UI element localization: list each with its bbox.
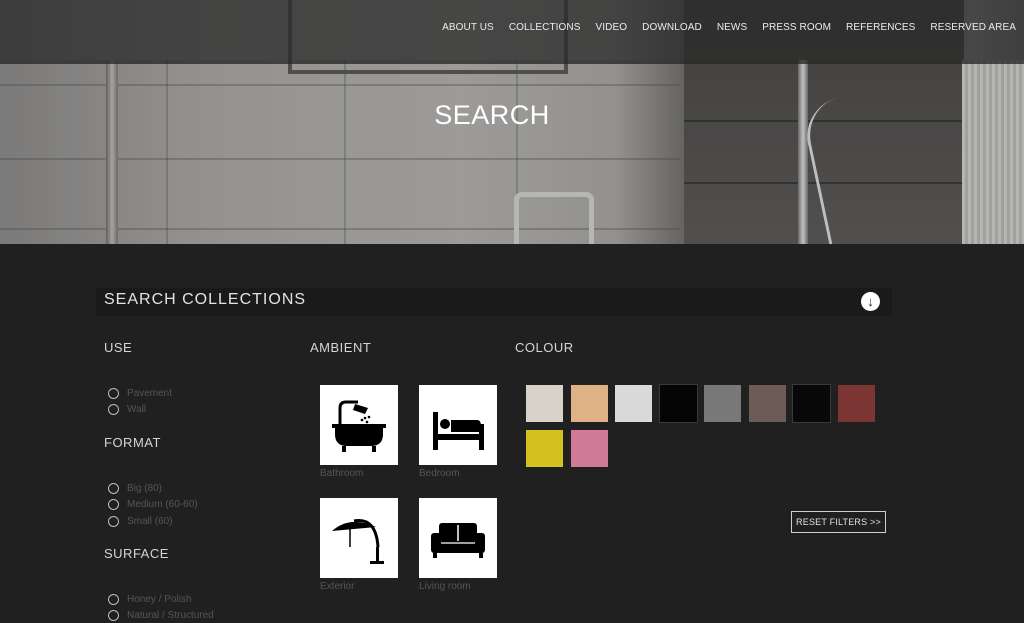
format-options: Big (80) Medium (60-60) Small (60): [108, 480, 198, 530]
radio-label: Big (80): [127, 482, 163, 494]
radio-button[interactable]: [108, 593, 119, 605]
radio-label: Medium (60-60): [127, 499, 198, 511]
use-heading: USE: [104, 340, 133, 355]
radio-label: Small (60): [127, 515, 173, 527]
bed-icon: [433, 412, 484, 450]
radio-label: Natural / Structured: [127, 610, 214, 622]
colour-swatch[interactable]: [792, 384, 831, 423]
nav-download[interactable]: DOWNLOAD: [642, 22, 702, 33]
colour-swatch[interactable]: [748, 385, 786, 422]
format-option-big[interactable]: Big (80): [108, 480, 198, 497]
sofa-icon: [431, 523, 485, 558]
ambient-label: Exterior: [320, 581, 355, 592]
surface-options: Honey / Polish Natural / Structured: [108, 591, 214, 623]
radio-button[interactable]: [108, 515, 119, 527]
radio-button[interactable]: [108, 610, 119, 622]
nav-collections[interactable]: COLLECTIONS: [509, 22, 581, 33]
nav-news[interactable]: NEWS: [717, 22, 747, 33]
ambient-bathroom[interactable]: [320, 385, 398, 465]
nav-video[interactable]: VIDEO: [596, 22, 628, 33]
colour-swatch[interactable]: [570, 430, 608, 467]
reset-filters-button[interactable]: RESET FILTERS >>: [791, 511, 886, 533]
ambient-living-room[interactable]: [419, 498, 497, 578]
nav-press-room[interactable]: PRESS ROOM: [762, 22, 831, 33]
radio-label: Wall: [127, 404, 147, 416]
bathtub-icon: [332, 400, 386, 452]
ambient-heading: AMBIENT: [310, 340, 372, 355]
ambient-label: Bathroom: [320, 468, 364, 479]
colour-heading: COLOUR: [515, 340, 574, 355]
surface-heading: SURFACE: [104, 546, 169, 561]
search-collections-bar[interactable]: SEARCH COLLECTIONS ↓: [96, 288, 892, 316]
colour-swatch[interactable]: [837, 385, 875, 422]
surface-option-natural-structured[interactable]: Natural / Structured: [108, 608, 214, 623]
search-collections-title: SEARCH COLLECTIONS: [104, 291, 307, 308]
top-navigation-bar: ABOUT US COLLECTIONS VIDEO DOWNLOAD NEWS…: [0, 0, 1024, 64]
radio-label: Pavement: [127, 387, 173, 399]
ambient-label: Living room: [419, 581, 471, 592]
surface-option-honey-polish[interactable]: Honey / Polish: [108, 591, 214, 608]
use-option-wall[interactable]: Wall: [108, 402, 172, 419]
format-heading: FORMAT: [104, 435, 161, 450]
use-option-pavement[interactable]: Pavement: [108, 385, 172, 402]
ambient-exterior[interactable]: [320, 498, 398, 578]
page-title: SEARCH: [434, 100, 550, 130]
main-nav: ABOUT US COLLECTIONS VIDEO DOWNLOAD NEWS…: [442, 22, 1016, 33]
colour-swatch[interactable]: [526, 430, 563, 467]
radio-button[interactable]: [108, 499, 119, 511]
radio-button[interactable]: [108, 387, 119, 399]
colour-swatch[interactable]: [704, 385, 741, 422]
radio-button[interactable]: [108, 404, 119, 416]
radio-label: Honey / Polish: [127, 593, 192, 605]
ambient-bedroom[interactable]: [419, 385, 497, 465]
nav-references[interactable]: REFERENCES: [846, 22, 915, 33]
format-option-small[interactable]: Small (60): [108, 513, 198, 530]
hero-overlay: [0, 60, 1024, 244]
colour-swatch[interactable]: [658, 384, 698, 423]
format-option-medium[interactable]: Medium (60-60): [108, 497, 198, 514]
parasol-icon: [332, 519, 384, 564]
nav-about-us[interactable]: ABOUT US: [442, 22, 494, 33]
nav-reserved-area[interactable]: RESERVED AREA: [930, 22, 1016, 33]
colour-swatch[interactable]: [615, 385, 652, 422]
colour-swatch[interactable]: [570, 385, 608, 422]
arrow-down-circle-icon[interactable]: ↓: [861, 292, 880, 311]
hero-banner: ABOUT US COLLECTIONS VIDEO DOWNLOAD NEWS…: [0, 0, 1024, 244]
ambient-label: Bedroom: [419, 468, 460, 479]
colour-swatch[interactable]: [526, 385, 563, 422]
radio-button[interactable]: [108, 482, 119, 494]
use-options: Pavement Wall: [108, 385, 172, 418]
